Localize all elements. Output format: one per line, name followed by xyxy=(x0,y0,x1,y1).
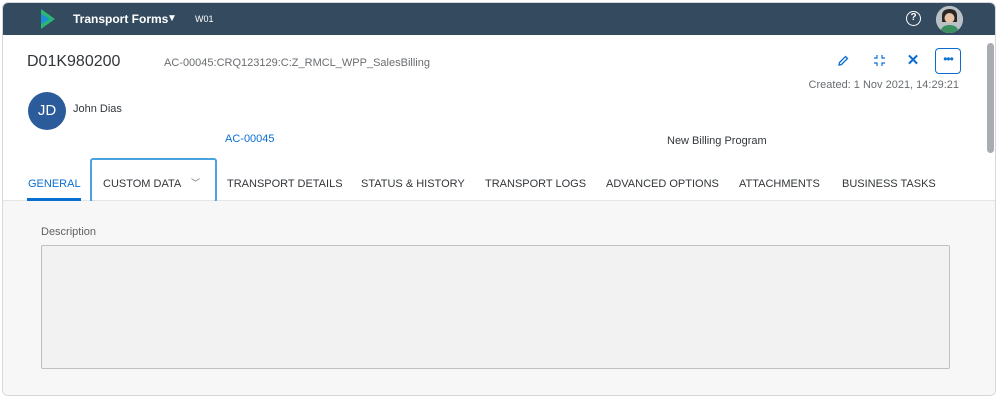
app-logo-icon xyxy=(41,9,55,29)
avatar: JD xyxy=(28,92,66,130)
shell-bar: Transport Forms ▼ W01 ? xyxy=(3,3,995,35)
description-field[interactable] xyxy=(41,245,950,369)
close-icon: ✕ xyxy=(906,52,920,69)
description-label: Description xyxy=(41,226,97,238)
system-id: W01 xyxy=(195,14,214,24)
chevron-down-icon[interactable]: ﹀ xyxy=(191,176,200,189)
more-icon: ••• xyxy=(943,52,954,66)
program-name: New Billing Program xyxy=(667,135,767,147)
pencil-icon xyxy=(838,55,849,66)
tab-transport-details[interactable]: TRANSPORT DETAILS xyxy=(227,178,343,190)
general-panel: Description xyxy=(3,201,995,395)
object-id: D01K980200 xyxy=(27,53,121,70)
created-timestamp: Created: 1 Nov 2021, 14:29:21 xyxy=(808,79,959,91)
ac-link[interactable]: AC-00045 xyxy=(225,133,275,145)
scrollbar-thumb[interactable] xyxy=(987,43,994,153)
object-path: AC-00045:CRQ123129:C:Z_RMCL_WPP_SalesBil… xyxy=(164,57,430,69)
tab-general[interactable]: GENERAL xyxy=(28,178,81,190)
tab-advanced-options[interactable]: ADVANCED OPTIONS xyxy=(606,178,719,190)
caret-down-icon[interactable]: ▼ xyxy=(167,13,177,24)
user-avatar[interactable] xyxy=(936,6,963,33)
user-photo-icon xyxy=(936,6,963,33)
tab-business-tasks[interactable]: BUSINESS TASKS xyxy=(842,178,936,190)
tab-status-history[interactable]: STATUS & HISTORY xyxy=(361,178,465,190)
app-title[interactable]: Transport Forms xyxy=(73,12,168,26)
close-button[interactable]: ✕ xyxy=(901,49,925,73)
more-button[interactable]: ••• xyxy=(935,48,961,74)
tab-attachments[interactable]: ATTACHMENTS xyxy=(739,178,820,190)
exit-fullscreen-icon xyxy=(873,55,885,66)
help-icon[interactable]: ? xyxy=(906,11,921,26)
edit-button[interactable] xyxy=(831,49,855,73)
user-name: John Dias xyxy=(73,103,122,115)
tab-transport-logs[interactable]: TRANSPORT LOGS xyxy=(485,178,586,190)
exit-fullscreen-button[interactable] xyxy=(867,49,891,73)
app-window: Transport Forms ▼ W01 ? D01K980200 AC-00… xyxy=(2,2,996,396)
